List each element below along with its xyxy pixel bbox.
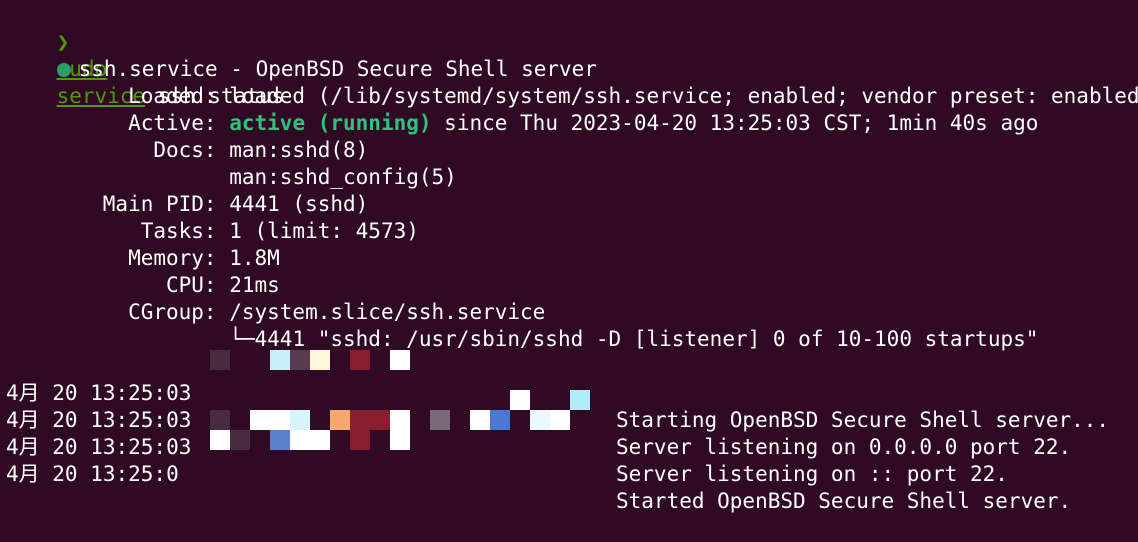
docs-row-2: man:sshd_config(5)	[6, 137, 457, 189]
cgroup-row: CGroup: /system.slice/ssh.service	[6, 272, 545, 324]
log-line: 4月 20 13:25:03 Server listening on 0.0.0…	[0, 380, 1138, 459]
memory-row: Memory: 1.8M	[6, 218, 280, 270]
docs-row: Docs: man:sshd(8)	[6, 110, 368, 162]
cgroup-child: └─4441 "sshd: /usr/sbin/sshd -D [listene…	[229, 327, 1039, 351]
cpu-row: CPU: 21ms	[6, 245, 280, 297]
log-line: 4月 20 13:25:0 Started OpenBSD Secure She…	[0, 434, 1138, 513]
pid-row: Main PID: 4441 (sshd)	[6, 164, 369, 216]
command-line: ❯ sudo service ssh status	[6, 2, 285, 108]
log-message: Server listening on :: port 22.	[616, 462, 1008, 486]
active-row: Active: active (running) since Thu 2023-…	[6, 83, 1038, 135]
tasks-row: Tasks: 1 (limit: 4573)	[6, 191, 419, 243]
log-message: Started OpenBSD Secure Shell server.	[616, 489, 1072, 513]
terminal-window[interactable]: ❯ sudo service ssh status ssh.service - …	[0, 0, 1138, 513]
log-line: 4月 20 13:25:03 Starting OpenBSD Secure S…	[0, 353, 1138, 432]
cgroup-child-row: └─4441 "sshd: /usr/sbin/sshd -D [listene…	[6, 299, 1038, 351]
loaded-row: Loaded: loaded (/lib/systemd/system/ssh.…	[6, 56, 1138, 108]
unit-line: ssh.service - OpenBSD Secure Shell serve…	[6, 29, 597, 81]
log-time: 4月 20 13:25:0	[6, 462, 179, 486]
active-since: since Thu 2023-04-20 13:25:03 CST; 1min …	[431, 111, 1039, 135]
